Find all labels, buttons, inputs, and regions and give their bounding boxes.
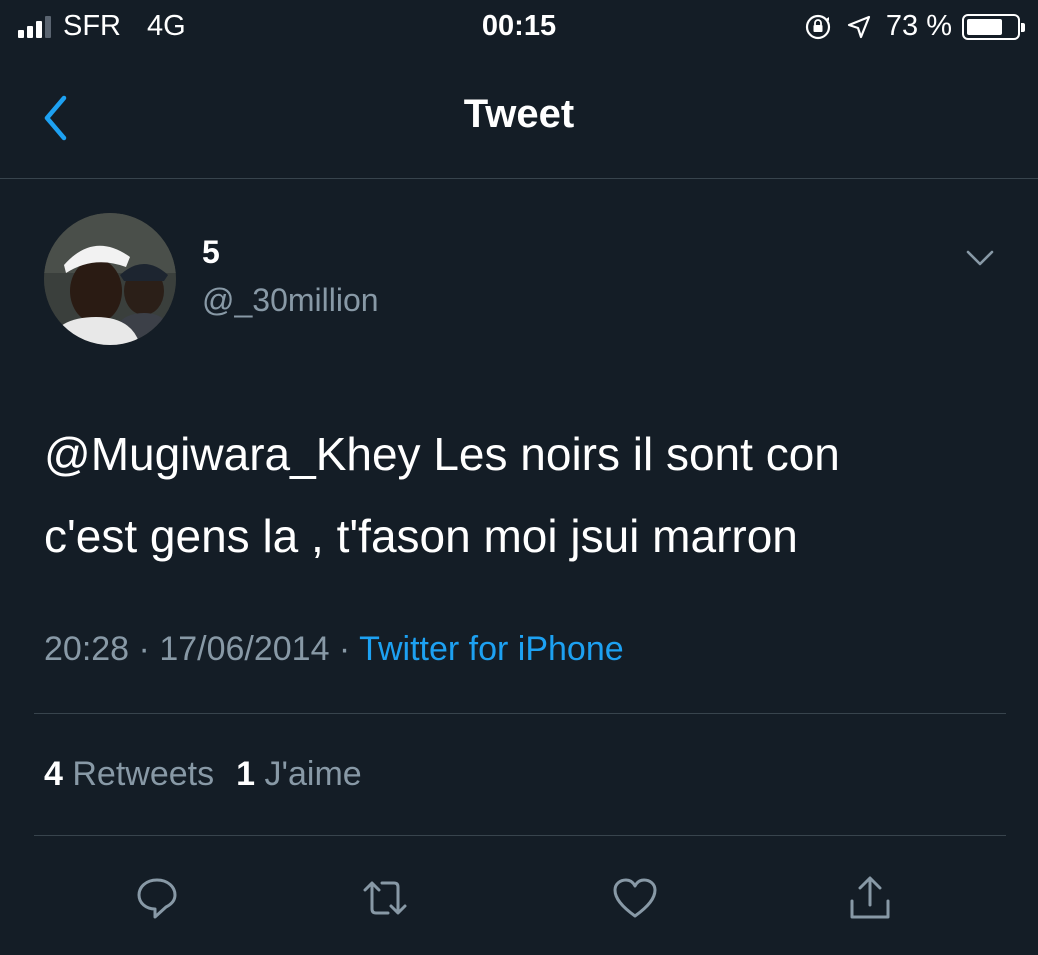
location-arrow-icon	[847, 15, 870, 38]
share-button[interactable]	[840, 868, 900, 928]
share-icon	[850, 876, 890, 919]
avatar-photo	[44, 213, 176, 345]
divider	[34, 713, 1006, 714]
meta-separator: ·	[329, 630, 360, 668]
author-handle[interactable]: @_30million	[202, 282, 379, 319]
reply-icon	[137, 878, 177, 919]
tweet-date: 17/06/2014	[159, 630, 330, 668]
retweets-stat[interactable]: 4 Retweets	[44, 755, 214, 793]
tweet-time: 20:28	[44, 630, 130, 668]
more-options-button[interactable]	[958, 240, 1002, 276]
tweet-meta: 20:28 · 17/06/2014 · Twitter for iPhone	[44, 630, 624, 669]
likes-count: 1	[236, 755, 256, 793]
battery-level	[967, 18, 1002, 35]
likes-label: J'aime	[264, 755, 362, 793]
rotation-lock-icon	[805, 14, 830, 39]
tweet-source-link[interactable]: Twitter for iPhone	[359, 630, 624, 668]
heart-icon	[613, 878, 657, 918]
tweet-text-line-2: c'est gens la , t'fason moi jsui marron	[44, 509, 798, 562]
mention-link[interactable]: @Mugiwara_Khey	[44, 428, 421, 480]
tweet-stats: 4 Retweets 1 J'aime	[44, 755, 384, 794]
author-display-name[interactable]: 5	[202, 234, 220, 271]
chevron-down-icon	[966, 250, 994, 266]
status-bar: SFR 4G 00:15 73 %	[0, 0, 1038, 60]
tweet-text-line-1-rest: Les noirs il sont con	[420, 428, 840, 480]
battery-tip	[1021, 22, 1025, 32]
tweet-text: @Mugiwara_Khey Les noirs il sont con c'e…	[44, 414, 1004, 578]
navigation-bar: Tweet	[0, 60, 1038, 179]
status-bar-right: 73 %	[804, 10, 1025, 43]
divider	[34, 835, 1006, 836]
retweets-label: Retweets	[72, 755, 215, 793]
likes-stat[interactable]: 1 J'aime	[236, 755, 362, 793]
tweet-text-line-1: @Mugiwara_Khey Les noirs il sont con	[44, 414, 1004, 496]
page-title: Tweet	[463, 92, 575, 136]
reply-button[interactable]	[127, 868, 187, 928]
retweet-button[interactable]	[355, 868, 415, 928]
retweet-icon	[363, 881, 407, 915]
retweets-count: 4	[44, 755, 63, 793]
meta-separator: ·	[129, 630, 160, 668]
battery-percentage: 73 %	[885, 10, 952, 42]
tweet-detail-screen: SFR 4G 00:15 73 % Tweet 5 @_30million @M…	[0, 0, 1038, 955]
like-button[interactable]	[605, 868, 665, 928]
avatar[interactable]	[44, 213, 176, 345]
battery-icon	[962, 13, 1025, 40]
